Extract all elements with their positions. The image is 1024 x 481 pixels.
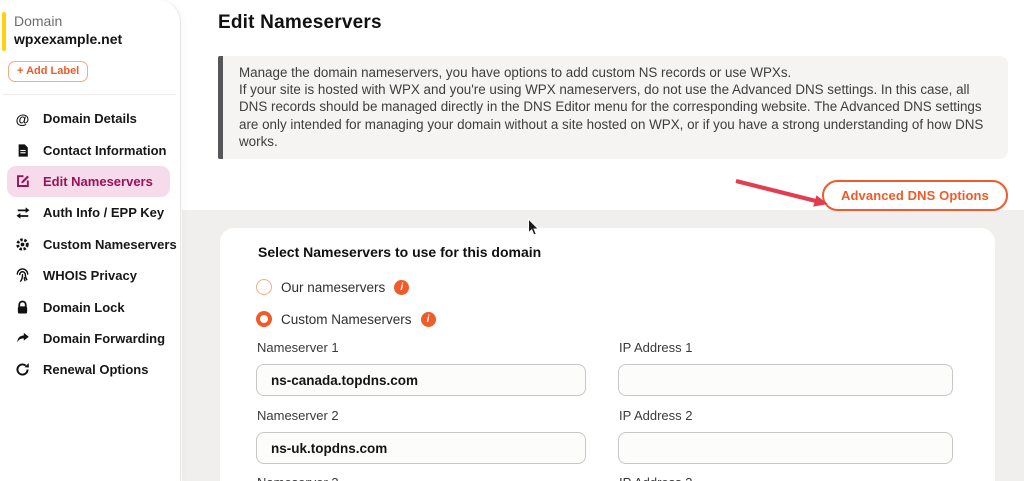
- domain-management-page: Domain wpxexample.net + Add Label @ Doma…: [0, 0, 1024, 481]
- advanced-dns-options-button[interactable]: Advanced DNS Options: [822, 180, 1008, 211]
- sidebar-divider: [2, 94, 176, 95]
- gear-icon: [14, 237, 31, 252]
- sidebar-item-domain-details[interactable]: @ Domain Details: [0, 103, 180, 134]
- document-icon: [14, 143, 31, 158]
- nameserver-2-label: Nameserver 2: [257, 408, 339, 423]
- nameserver-2-input[interactable]: [256, 432, 586, 464]
- sidebar-item-label: Domain Details: [43, 111, 137, 126]
- sidebar-item-label: Edit Nameservers: [43, 174, 153, 189]
- domain-section-label: Domain: [14, 12, 122, 30]
- radio-label: Custom Nameservers: [281, 312, 412, 327]
- nameserver-3-label: Nameserver 3: [257, 475, 339, 481]
- ip-address-1-label: IP Address 1: [619, 340, 692, 355]
- radio-button-icon[interactable]: [256, 279, 272, 295]
- sidebar-item-label: Domain Forwarding: [43, 331, 165, 346]
- nameserver-card: Select Nameservers to use for this domai…: [220, 228, 995, 481]
- domain-header: Domain wpxexample.net: [14, 12, 122, 49]
- sidebar-item-renewal-options[interactable]: Renewal Options: [0, 354, 180, 385]
- add-label-button[interactable]: + Add Label: [8, 61, 88, 82]
- sidebar-item-domain-lock[interactable]: Domain Lock: [0, 291, 180, 322]
- ip-address-2-label: IP Address 2: [619, 408, 692, 423]
- nameserver-1-input[interactable]: [256, 364, 586, 396]
- sidebar-item-label: Auth Info / EPP Key: [43, 205, 164, 220]
- info-icon[interactable]: i: [421, 312, 436, 327]
- radio-label: Our nameservers: [281, 280, 385, 295]
- sidebar-item-edit-nameservers[interactable]: Edit Nameservers: [7, 166, 170, 197]
- at-icon: @: [14, 111, 31, 127]
- info-notice-line1: Manage the domain nameservers, you have …: [239, 64, 992, 81]
- sidebar-item-label: WHOIS Privacy: [43, 268, 137, 283]
- sidebar-menu: @ Domain Details Contact Information Edi…: [0, 103, 180, 386]
- sidebar-item-auth-info-epp-key[interactable]: Auth Info / EPP Key: [0, 197, 180, 228]
- domain-name: wpxexample.net: [14, 30, 122, 49]
- sidebar-item-label: Renewal Options: [43, 362, 148, 377]
- sidebar-item-label: Contact Information: [43, 143, 167, 158]
- info-notice-line2: If your site is hosted with WPX and you'…: [239, 81, 992, 150]
- nameserver-1-label: Nameserver 1: [257, 340, 339, 355]
- sidebar-item-label: Domain Lock: [43, 300, 125, 315]
- page-title: Edit Nameservers: [218, 12, 382, 34]
- info-icon[interactable]: i: [394, 280, 409, 295]
- forward-arrow-icon: [14, 331, 31, 345]
- ip-address-1-input[interactable]: [618, 364, 953, 396]
- sidebar-item-label: Custom Nameservers: [43, 237, 177, 252]
- sidebar-item-contact-information[interactable]: Contact Information: [0, 134, 180, 165]
- domain-highlight-bar: [2, 12, 6, 51]
- fingerprint-icon: [14, 268, 31, 283]
- radio-button-icon[interactable]: [256, 311, 272, 327]
- sidebar-item-whois-privacy[interactable]: WHOIS Privacy: [0, 260, 180, 291]
- info-notice: Manage the domain nameservers, you have …: [218, 56, 1008, 159]
- sidebar-item-custom-nameservers[interactable]: Custom Nameservers: [0, 229, 180, 260]
- sidebar: Domain wpxexample.net + Add Label @ Doma…: [0, 0, 181, 481]
- edit-icon: [14, 173, 31, 189]
- sidebar-item-domain-forwarding[interactable]: Domain Forwarding: [0, 323, 180, 354]
- swap-arrows-icon: [14, 206, 31, 220]
- ip-address-2-input[interactable]: [618, 432, 953, 464]
- refresh-icon: [14, 362, 31, 377]
- ip-address-3-label: IP Address 3: [619, 475, 692, 481]
- card-heading: Select Nameservers to use for this domai…: [258, 244, 541, 260]
- radio-our-nameservers[interactable]: Our nameservers i: [256, 279, 409, 295]
- radio-custom-nameservers[interactable]: Custom Nameservers i: [256, 311, 436, 327]
- lock-icon: [14, 300, 31, 315]
